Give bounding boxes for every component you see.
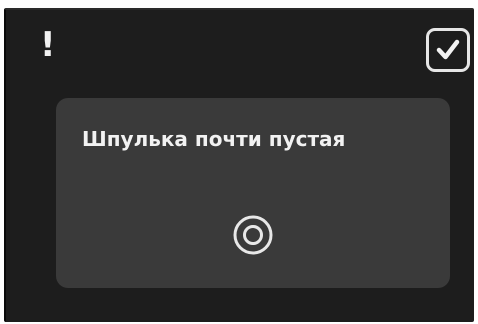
message-panel: Шпулька почти пустая (56, 98, 450, 288)
confirm-button[interactable] (426, 28, 470, 72)
bobbin-alert-dialog: ! Шпулька почти пустая (4, 8, 474, 322)
message-text: Шпулька почти пустая (82, 127, 346, 151)
screen: ! Шпулька почти пустая (0, 0, 478, 324)
exclamation-icon: ! (40, 25, 56, 65)
checkmark-icon (436, 39, 460, 60)
bobbin-icon (233, 215, 273, 255)
